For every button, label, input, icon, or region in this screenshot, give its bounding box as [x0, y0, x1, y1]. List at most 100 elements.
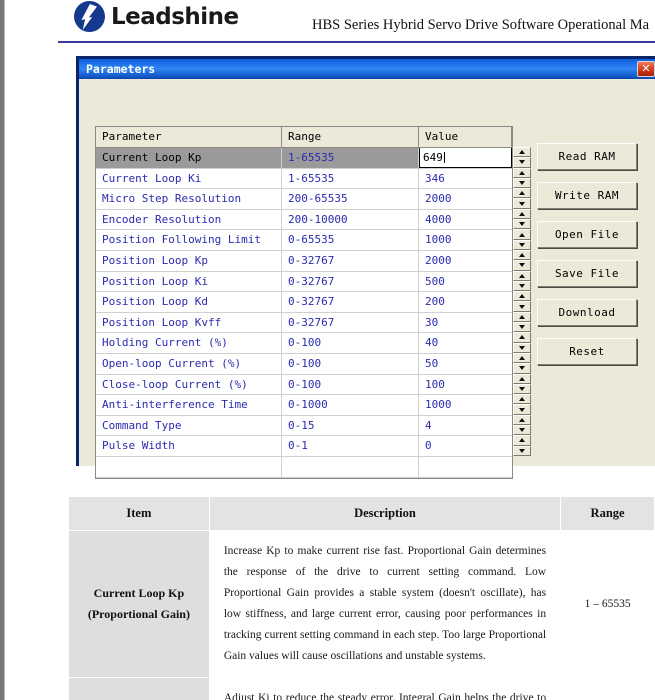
table-row[interactable]: Holding Current (%) 0-100 40: [96, 333, 512, 354]
read-ram-button[interactable]: Read RAM: [537, 143, 637, 170]
table-row[interactable]: Position Loop Kp 0-32767 2000: [96, 250, 512, 272]
parameter-range-cell: 1-65535: [282, 168, 419, 189]
spinner-up-icon[interactable]: [513, 167, 531, 178]
value-spinner[interactable]: [513, 332, 531, 353]
parameter-value-cell[interactable]: 4000: [419, 210, 512, 230]
spinner-down-icon[interactable]: [513, 404, 531, 415]
table-row[interactable]: Anti-interference Time 0-1000 1000: [96, 395, 512, 416]
table-row[interactable]: Close-loop Current (%) 0-100 100: [96, 374, 512, 396]
spinner-down-icon[interactable]: [513, 198, 531, 209]
value-spinner[interactable]: [513, 188, 531, 209]
description-range-cell: [560, 676, 655, 700]
value-spinner[interactable]: [513, 147, 531, 168]
value-spinner[interactable]: [513, 414, 531, 436]
spinner-down-icon[interactable]: [513, 260, 531, 271]
value-spinner[interactable]: [513, 167, 531, 189]
parameters-grid[interactable]: Parameter Range Value Current Loop Kp 1-6553…: [95, 126, 513, 479]
leadshine-logo: Leadshine: [74, 1, 239, 32]
spinner-up-icon[interactable]: [513, 249, 531, 261]
spinner-down-icon[interactable]: [513, 363, 531, 374]
parameter-value-cell[interactable]: 200: [419, 292, 512, 312]
parameter-name-cell: Command Type: [96, 415, 282, 436]
value-spinner[interactable]: [513, 291, 531, 312]
parameter-name-cell: Position Loop Kp: [96, 250, 282, 271]
spinner-up-icon[interactable]: [513, 414, 531, 426]
spinner-up-icon[interactable]: [513, 311, 531, 323]
table-row[interactable]: Command Type 0-15 4: [96, 415, 512, 437]
page-root: Leadshine HBS Series Hybrid Servo Drive …: [0, 0, 655, 700]
value-input[interactable]: 649: [419, 148, 512, 168]
table-row[interactable]: Encoder Resolution 200-10000 4000: [96, 209, 512, 231]
value-spinner[interactable]: [513, 394, 531, 415]
parameter-range-cell: 0-1000: [282, 395, 419, 415]
table-row[interactable]: Position Loop Ki 0-32767 500: [96, 271, 512, 293]
spinner-up-icon[interactable]: [513, 435, 531, 446]
spinner-up-icon[interactable]: [513, 229, 531, 240]
value-spinner[interactable]: [513, 270, 531, 292]
table-row[interactable]: Position Following Limit 0-65535 1000: [96, 230, 512, 251]
write-ram-button[interactable]: Write RAM: [537, 182, 637, 209]
parameter-name-cell: Position Loop Kvff: [96, 312, 282, 333]
parameter-value-cell[interactable]: 2000: [419, 251, 512, 271]
value-spinner-column[interactable]: [513, 147, 531, 456]
reset-button[interactable]: Reset: [537, 338, 637, 365]
table-row[interactable]: Current Loop Kp 1-65535 649: [96, 148, 512, 169]
table-row[interactable]: Pulse Width 0-1 0: [96, 436, 512, 457]
spinner-up-icon[interactable]: [513, 332, 531, 343]
parameter-value-cell[interactable]: 1000: [419, 230, 512, 250]
parameter-value-cell[interactable]: 30: [419, 313, 512, 333]
spinner-up-icon[interactable]: [513, 188, 531, 199]
spinner-down-icon[interactable]: [513, 425, 531, 436]
open-file-button[interactable]: Open File: [537, 221, 637, 248]
parameter-value-cell[interactable]: 50: [419, 354, 512, 374]
spinner-up-icon[interactable]: [513, 270, 531, 281]
spinner-down-icon[interactable]: [513, 445, 531, 456]
spinner-up-icon[interactable]: [513, 208, 531, 220]
value-spinner[interactable]: [513, 229, 531, 250]
value-spinner[interactable]: [513, 373, 531, 395]
spinner-down-icon[interactable]: [513, 383, 531, 395]
parameter-value-cell[interactable]: 649: [419, 148, 512, 168]
spinner-down-icon[interactable]: [513, 157, 531, 168]
spinner-down-icon[interactable]: [513, 322, 531, 333]
spinner-up-icon[interactable]: [513, 147, 531, 158]
download-button[interactable]: Download: [537, 299, 637, 326]
table-row[interactable]: Current Loop Ki 1-65535 346: [96, 168, 512, 190]
value-spinner[interactable]: [513, 352, 531, 374]
table-row[interactable]: Position Loop Kd 0-32767 200: [96, 292, 512, 313]
description-item-cell: Current Loop Kp (Proportional Gain): [68, 530, 210, 678]
parameter-value-cell[interactable]: 500: [419, 272, 512, 292]
parameter-value-cell[interactable]: 100: [419, 375, 512, 395]
spinner-down-icon[interactable]: [513, 239, 531, 250]
value-spinner[interactable]: [513, 435, 531, 456]
dialog-titlebar[interactable]: Parameters ✕: [79, 59, 655, 79]
value-spinner[interactable]: [513, 311, 531, 333]
description-table: Item Description Range Current Loop Kp (P…: [68, 496, 655, 700]
parameter-value-cell[interactable]: 1000: [419, 395, 512, 415]
parameter-value-cell[interactable]: 346: [419, 169, 512, 189]
parameter-value-cell[interactable]: 4: [419, 416, 512, 436]
value-spinner[interactable]: [513, 208, 531, 230]
spinner-up-icon[interactable]: [513, 394, 531, 405]
value-spinner[interactable]: [513, 249, 531, 271]
save-file-button[interactable]: Save File: [537, 260, 637, 287]
parameter-value-cell[interactable]: 40: [419, 333, 512, 353]
close-icon[interactable]: ✕: [637, 61, 655, 77]
table-row[interactable]: Position Loop Kvff 0-32767 30: [96, 312, 512, 334]
spinner-up-icon[interactable]: [513, 291, 531, 302]
table-row[interactable]: Open-loop Current (%) 0-100 50: [96, 353, 512, 375]
spinner-down-icon[interactable]: [513, 219, 531, 230]
parameter-value-cell[interactable]: 0: [419, 436, 512, 456]
parameter-value-cell[interactable]: 2000: [419, 189, 512, 209]
parameter-name-cell: Anti-interference Time: [96, 395, 282, 415]
spinner-down-icon[interactable]: [513, 280, 531, 292]
spinner-up-icon[interactable]: [513, 352, 531, 364]
table-row[interactable]: Micro Step Resolution 200-65535 2000: [96, 189, 512, 210]
spinner-down-icon[interactable]: [513, 301, 531, 312]
spinner-down-icon[interactable]: [513, 342, 531, 353]
header-divider: [58, 41, 655, 43]
description-table-row: Adjust Ki to reduce the steady error. In…: [68, 676, 655, 700]
spinner-up-icon[interactable]: [513, 373, 531, 384]
action-button-column[interactable]: Read RAM Write RAM Open File Save File Downl…: [537, 143, 637, 365]
spinner-down-icon[interactable]: [513, 177, 531, 189]
